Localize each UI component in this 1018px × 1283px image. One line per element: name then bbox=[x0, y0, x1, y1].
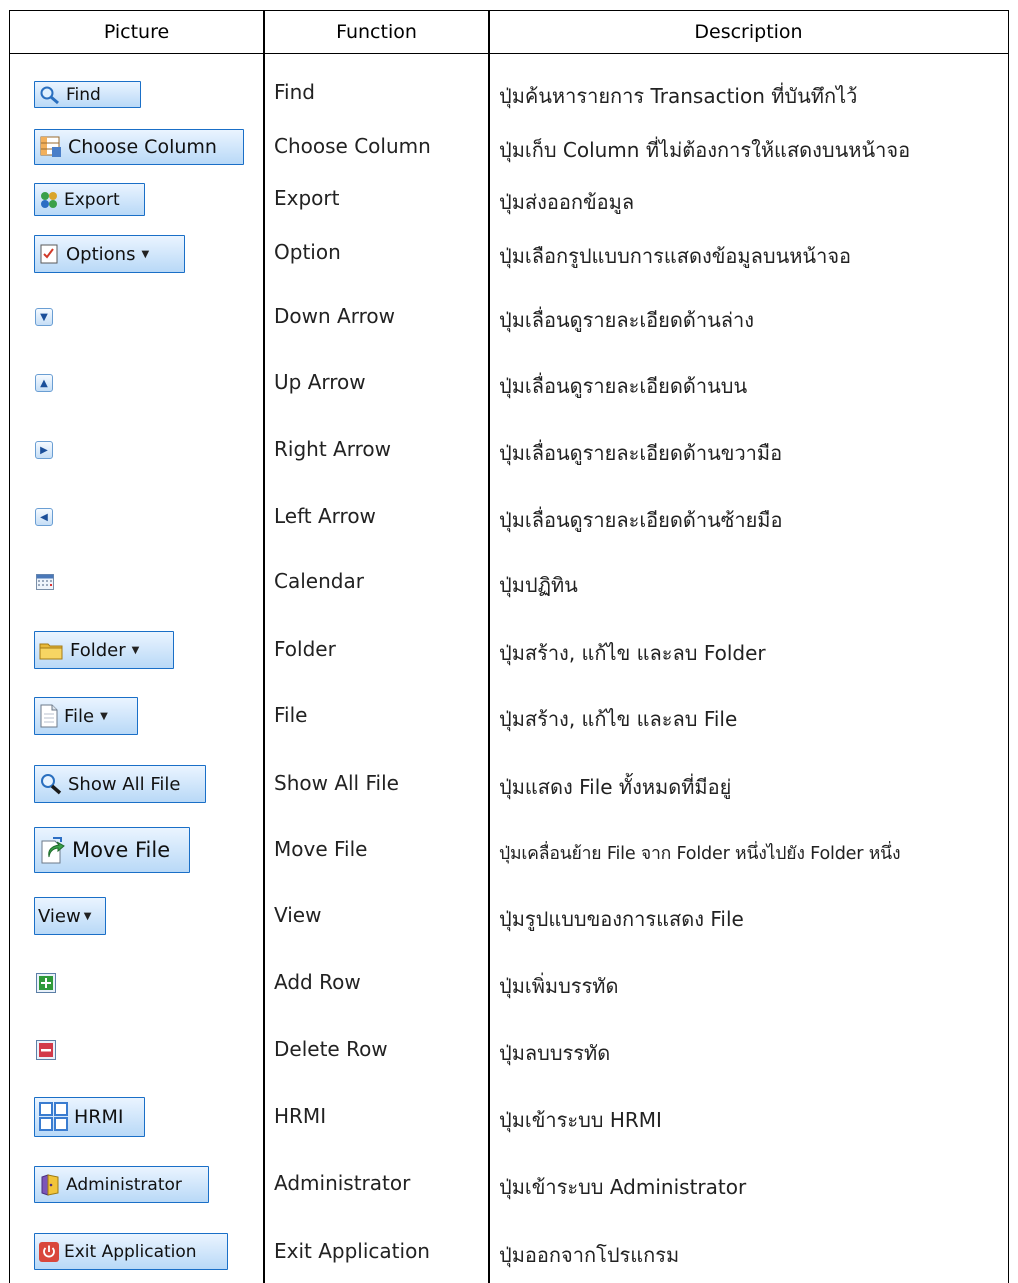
magnifier-icon bbox=[39, 773, 63, 795]
function-cell: Right Arrow bbox=[274, 437, 391, 461]
description-cell: ปุ่มเข้าระบบ HRMI bbox=[499, 1108, 662, 1132]
export-button[interactable]: Export bbox=[34, 183, 145, 216]
power-icon bbox=[39, 1241, 59, 1262]
description-cell: ปุ่มเข้าระบบ Administrator bbox=[499, 1175, 747, 1199]
description-cell: ปุ่มเพิ่มบรรทัด bbox=[499, 974, 619, 998]
file-button-label: File bbox=[64, 705, 95, 727]
function-cell: Option bbox=[274, 240, 341, 264]
options-button-label: Options bbox=[66, 243, 136, 265]
hrmi-button-label: HRMI bbox=[74, 1106, 124, 1128]
view-button-label: View bbox=[38, 905, 81, 927]
function-cell: Up Arrow bbox=[274, 370, 366, 394]
down-arrow-button[interactable]: ▼ bbox=[35, 308, 53, 326]
move-file-button[interactable]: Move File bbox=[34, 827, 190, 873]
function-cell: File bbox=[274, 703, 308, 727]
dropdown-arrow-icon: ▼ bbox=[83, 910, 92, 922]
function-cell: Choose Column bbox=[274, 134, 431, 158]
file-button[interactable]: File ▼ bbox=[34, 697, 138, 735]
magnifier-icon bbox=[39, 85, 61, 105]
exit-application-button-label: Exit Application bbox=[64, 1241, 197, 1262]
find-button-label: Find bbox=[66, 84, 101, 105]
description-cell: ปุ่มเลื่อนดูรายละเอียดด้านบน bbox=[499, 374, 748, 398]
folder-icon bbox=[39, 639, 65, 661]
description-cell: ปุ่มเลื่อนดูรายละเอียดด้านซ้ายมือ bbox=[499, 508, 783, 532]
chevron-left-icon: ◀ bbox=[40, 511, 48, 523]
description-cell: ปุ่มเก็บ Column ที่ไม่ต้องการให้แสดงบนหน… bbox=[499, 138, 911, 162]
function-cell: Find bbox=[274, 80, 315, 104]
function-cell: View bbox=[274, 903, 322, 927]
description-cell: ปุ่มเลื่อนดูรายละเอียดด้านขวามือ bbox=[499, 441, 783, 465]
description-cell: ปุ่มเลือกรูปแบบการแสดงข้อมูลบนหน้าจอ bbox=[499, 244, 852, 268]
function-cell: Exit Application bbox=[274, 1239, 430, 1263]
minus-icon bbox=[39, 1043, 53, 1057]
function-cell: Export bbox=[274, 186, 340, 210]
find-button[interactable]: Find bbox=[34, 81, 141, 108]
administrator-button-label: Administrator bbox=[66, 1174, 182, 1195]
function-cell: Left Arrow bbox=[274, 504, 376, 528]
function-cell: Folder bbox=[274, 637, 336, 661]
dropdown-arrow-icon: ▼ bbox=[131, 644, 140, 656]
hrmi-button[interactable]: HRMI bbox=[34, 1097, 145, 1137]
choose-column-icon bbox=[39, 135, 63, 159]
function-cell: HRMI bbox=[274, 1104, 327, 1128]
function-cell: Calendar bbox=[274, 569, 364, 593]
function-cell: Add Row bbox=[274, 970, 361, 994]
choose-column-button-label: Choose Column bbox=[68, 136, 217, 158]
export-icon bbox=[39, 190, 59, 210]
description-cell: ปุ่มเลื่อนดูรายละเอียดด้านล่าง bbox=[499, 308, 755, 332]
dropdown-arrow-icon: ▼ bbox=[141, 248, 150, 260]
description-cell: ปุ่มปฏิทิน bbox=[499, 573, 578, 597]
exit-application-button[interactable]: Exit Application bbox=[34, 1233, 228, 1270]
show-all-file-button-label: Show All File bbox=[68, 773, 181, 795]
description-cell: ปุ่มลบบรรทัด bbox=[499, 1041, 611, 1065]
up-arrow-button[interactable]: ▲ bbox=[35, 374, 53, 392]
export-button-label: Export bbox=[64, 189, 120, 210]
view-button[interactable]: View ▼ bbox=[34, 897, 106, 935]
function-cell: Down Arrow bbox=[274, 304, 395, 328]
add-row-button[interactable] bbox=[36, 973, 56, 993]
options-icon bbox=[39, 243, 61, 265]
dropdown-arrow-icon: ▼ bbox=[100, 710, 108, 722]
description-cell: ปุ่มออกจากโปรแกรม bbox=[499, 1243, 680, 1267]
description-cell: ปุ่มส่งออกข้อมูล bbox=[499, 190, 635, 214]
delete-row-button[interactable] bbox=[36, 1040, 56, 1060]
description-cell: ปุ่มรูปแบบของการแสดง File bbox=[499, 907, 744, 931]
move-file-button-label: Move File bbox=[72, 838, 171, 862]
description-cell: ปุ่มแสดง File ทั้งหมดที่มีอยู่ bbox=[499, 775, 732, 799]
function-cell: Show All File bbox=[274, 771, 399, 795]
administrator-icon bbox=[39, 1173, 61, 1197]
header-row: Picture Function Description bbox=[10, 11, 1008, 54]
header-function: Function bbox=[336, 21, 417, 43]
chevron-up-icon: ▲ bbox=[40, 377, 48, 389]
column-divider bbox=[263, 11, 265, 1283]
plus-icon bbox=[39, 976, 53, 990]
header-picture: Picture bbox=[103, 21, 170, 43]
file-icon bbox=[39, 704, 59, 728]
function-cell: Move File bbox=[274, 837, 368, 861]
description-cell: ปุ่มค้นหารายการ Transaction ที่บันทึกไว้ bbox=[499, 84, 858, 108]
header-description: Description bbox=[694, 21, 803, 43]
move-file-icon bbox=[39, 835, 67, 865]
folder-button-label: Folder bbox=[70, 639, 126, 661]
function-cell: Delete Row bbox=[274, 1037, 388, 1061]
right-arrow-button[interactable]: ▶ bbox=[35, 441, 53, 459]
calendar-icon bbox=[36, 574, 54, 590]
chevron-right-icon: ▶ bbox=[40, 444, 48, 456]
column-divider bbox=[488, 11, 490, 1283]
show-all-file-button[interactable]: Show All File bbox=[34, 765, 206, 803]
folder-button[interactable]: Folder ▼ bbox=[34, 631, 174, 669]
choose-column-button[interactable]: Choose Column bbox=[34, 129, 244, 165]
calendar-button[interactable] bbox=[36, 574, 54, 594]
chevron-down-icon: ▼ bbox=[40, 311, 48, 323]
description-cell: ปุ่มสร้าง, แก้ไข และลบ File bbox=[499, 707, 738, 731]
function-cell: Administrator bbox=[274, 1171, 411, 1195]
description-cell: ปุ่มสร้าง, แก้ไข และลบ Folder bbox=[499, 641, 766, 665]
description-cell: ปุ่มเคลื่อนย้าย File จาก Folder หนึ่งไปย… bbox=[499, 844, 901, 864]
hrmi-icon bbox=[39, 1102, 69, 1132]
left-arrow-button[interactable]: ◀ bbox=[35, 508, 53, 526]
administrator-button[interactable]: Administrator bbox=[34, 1166, 209, 1203]
options-button[interactable]: Options ▼ bbox=[34, 235, 185, 273]
legend-table: Picture Function Description Find Find ป… bbox=[9, 10, 1009, 1283]
